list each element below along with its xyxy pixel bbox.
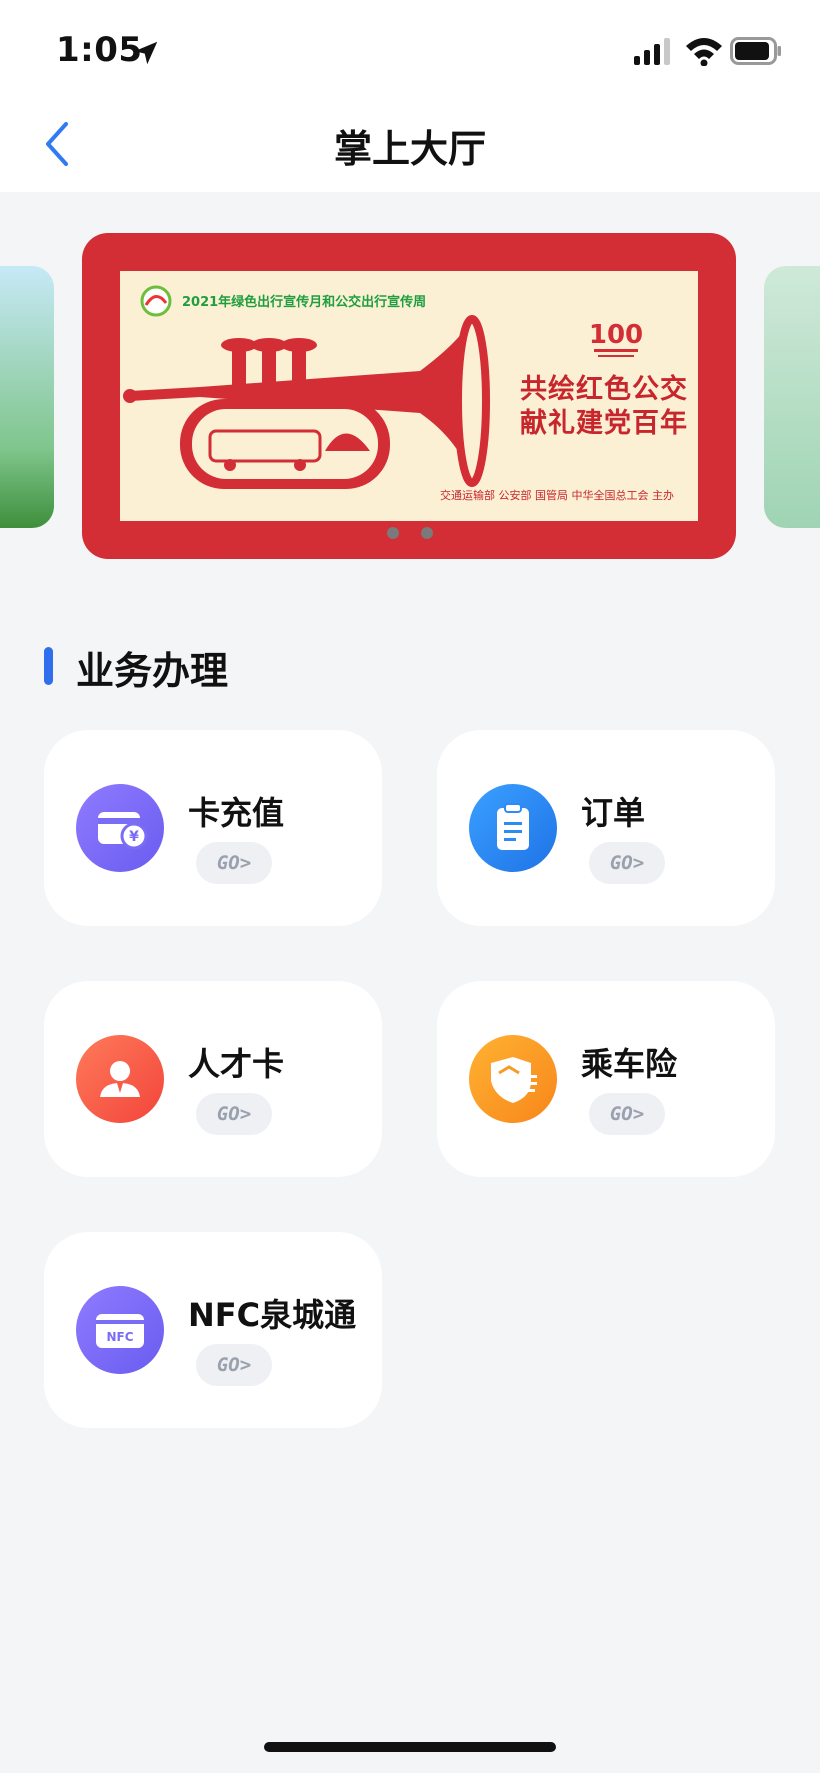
clipboard-icon	[469, 784, 557, 872]
go-button[interactable]: GO>	[196, 842, 272, 884]
go-button[interactable]: GO>	[589, 1093, 665, 1135]
card-talent[interactable]: 人才卡 GO>	[44, 981, 382, 1177]
battery-icon	[730, 37, 781, 65]
banner-slogan-line2: 献礼建党百年	[520, 408, 688, 439]
location-arrow-icon	[134, 41, 158, 65]
card-label: NFC泉城通	[188, 1296, 357, 1334]
carousel-pagination	[0, 524, 820, 543]
go-button[interactable]: GO>	[196, 1093, 272, 1135]
status-time: 1:05	[56, 30, 143, 70]
carousel-dot[interactable]	[387, 527, 399, 539]
banner-artwork: 2021年绿色出行宣传月和公交出行宣传周 100 共绘红色公交 献礼建党百年 交…	[120, 271, 698, 521]
svg-text:NFC: NFC	[106, 1330, 133, 1344]
card-label: 订单	[581, 794, 646, 832]
go-button[interactable]: GO>	[196, 1344, 272, 1386]
banner-next-card[interactable]	[764, 266, 820, 528]
card-label: 卡充值	[188, 794, 285, 832]
person-icon	[76, 1035, 164, 1123]
banner-current[interactable]: 2021年绿色出行宣传月和公交出行宣传周 100 共绘红色公交 献礼建党百年 交…	[82, 233, 736, 559]
banner-hosts: 交通运输部 公安部 国管局 中华全国总工会 主办	[440, 489, 674, 502]
svg-text:100: 100	[589, 320, 643, 350]
banner-prev-card[interactable]	[0, 266, 54, 528]
party-100-emblem-icon: 100	[589, 320, 643, 357]
card-label: 乘车险	[581, 1045, 678, 1083]
trumpet-illustration-icon	[123, 315, 490, 489]
card-orders[interactable]: 订单 GO>	[437, 730, 775, 926]
shield-icon	[469, 1035, 557, 1123]
card-insurance[interactable]: 乘车险 GO>	[437, 981, 775, 1177]
header-area: 1:05 掌上大厅	[0, 0, 820, 192]
carousel-dot[interactable]	[421, 527, 433, 539]
cellular-signal-icon	[634, 38, 670, 65]
card-nfc[interactable]: NFC NFC泉城通 GO>	[44, 1232, 382, 1428]
svg-text:¥: ¥	[129, 829, 139, 845]
go-button[interactable]: GO>	[589, 842, 665, 884]
wifi-icon	[686, 38, 722, 66]
card-label: 人才卡	[188, 1045, 285, 1083]
wallet-yen-icon: ¥	[76, 784, 164, 872]
home-indicator[interactable]	[264, 1742, 556, 1752]
section-accent-bar	[44, 647, 53, 685]
section-title: 业务办理	[76, 649, 229, 693]
page-title: 掌上大厅	[333, 127, 486, 171]
nfc-card-icon: NFC	[76, 1286, 164, 1374]
card-recharge[interactable]: ¥ 卡充值 GO>	[44, 730, 382, 926]
